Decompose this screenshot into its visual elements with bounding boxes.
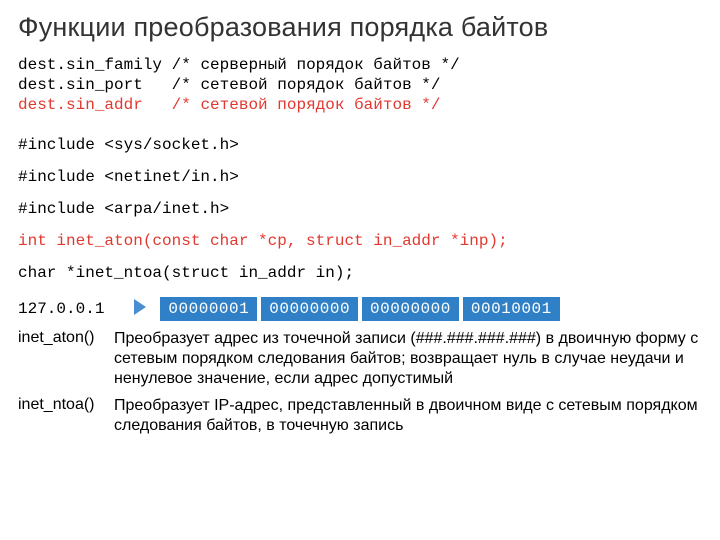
definition-text: Преобразует адрес из точечной записи (##…: [114, 329, 702, 389]
struct-comment: /* сетевой порядок байтов */: [172, 76, 441, 94]
byte-cell: 00000000: [362, 297, 459, 321]
struct-line: dest.sin_addr /* сетевой порядок байтов …: [18, 95, 702, 115]
signature-ntoa: char *inet_ntoa(struct in_addr in);: [18, 263, 702, 283]
definition-term: inet_ntoa(): [18, 396, 114, 414]
arrow-icon: [134, 299, 146, 315]
definition-text: Преобразует IP-адрес, представленный в д…: [114, 396, 702, 436]
bytes-group: 00000001 00000000 00000000 00010001: [160, 297, 559, 321]
definitions: inet_aton() Преобразует адрес из точечно…: [18, 329, 702, 436]
include-line: #include <arpa/inet.h>: [18, 199, 702, 219]
struct-field: dest.sin_family: [18, 56, 162, 74]
include-line: #include <sys/socket.h>: [18, 135, 702, 155]
struct-block: dest.sin_family /* серверный порядок бай…: [18, 55, 702, 115]
struct-comment: /* серверный порядок байтов */: [172, 56, 460, 74]
page-title: Функции преобразования порядка байтов: [18, 12, 702, 43]
ip-string: 127.0.0.1: [18, 300, 104, 318]
struct-field: dest.sin_port: [18, 76, 162, 94]
struct-line: dest.sin_family /* серверный порядок бай…: [18, 55, 702, 75]
definition-row: inet_ntoa() Преобразует IP-адрес, предст…: [18, 396, 702, 436]
struct-line: dest.sin_port /* сетевой порядок байтов …: [18, 75, 702, 95]
byte-cell: 00000001: [160, 297, 257, 321]
include-line: #include <netinet/in.h>: [18, 167, 702, 187]
definition-term: inet_aton(): [18, 329, 114, 347]
includes-block: #include <sys/socket.h> #include <netine…: [18, 135, 702, 219]
ip-conversion-row: 127.0.0.1 00000001 00000000 00000000 000…: [18, 297, 702, 321]
struct-comment: /* сетевой порядок байтов */: [172, 96, 441, 114]
byte-cell: 00010001: [463, 297, 560, 321]
signature-aton: int inet_aton(const char *cp, struct in_…: [18, 231, 702, 251]
definition-row: inet_aton() Преобразует адрес из точечно…: [18, 329, 702, 389]
byte-cell: 00000000: [261, 297, 358, 321]
struct-field: dest.sin_addr: [18, 96, 162, 114]
